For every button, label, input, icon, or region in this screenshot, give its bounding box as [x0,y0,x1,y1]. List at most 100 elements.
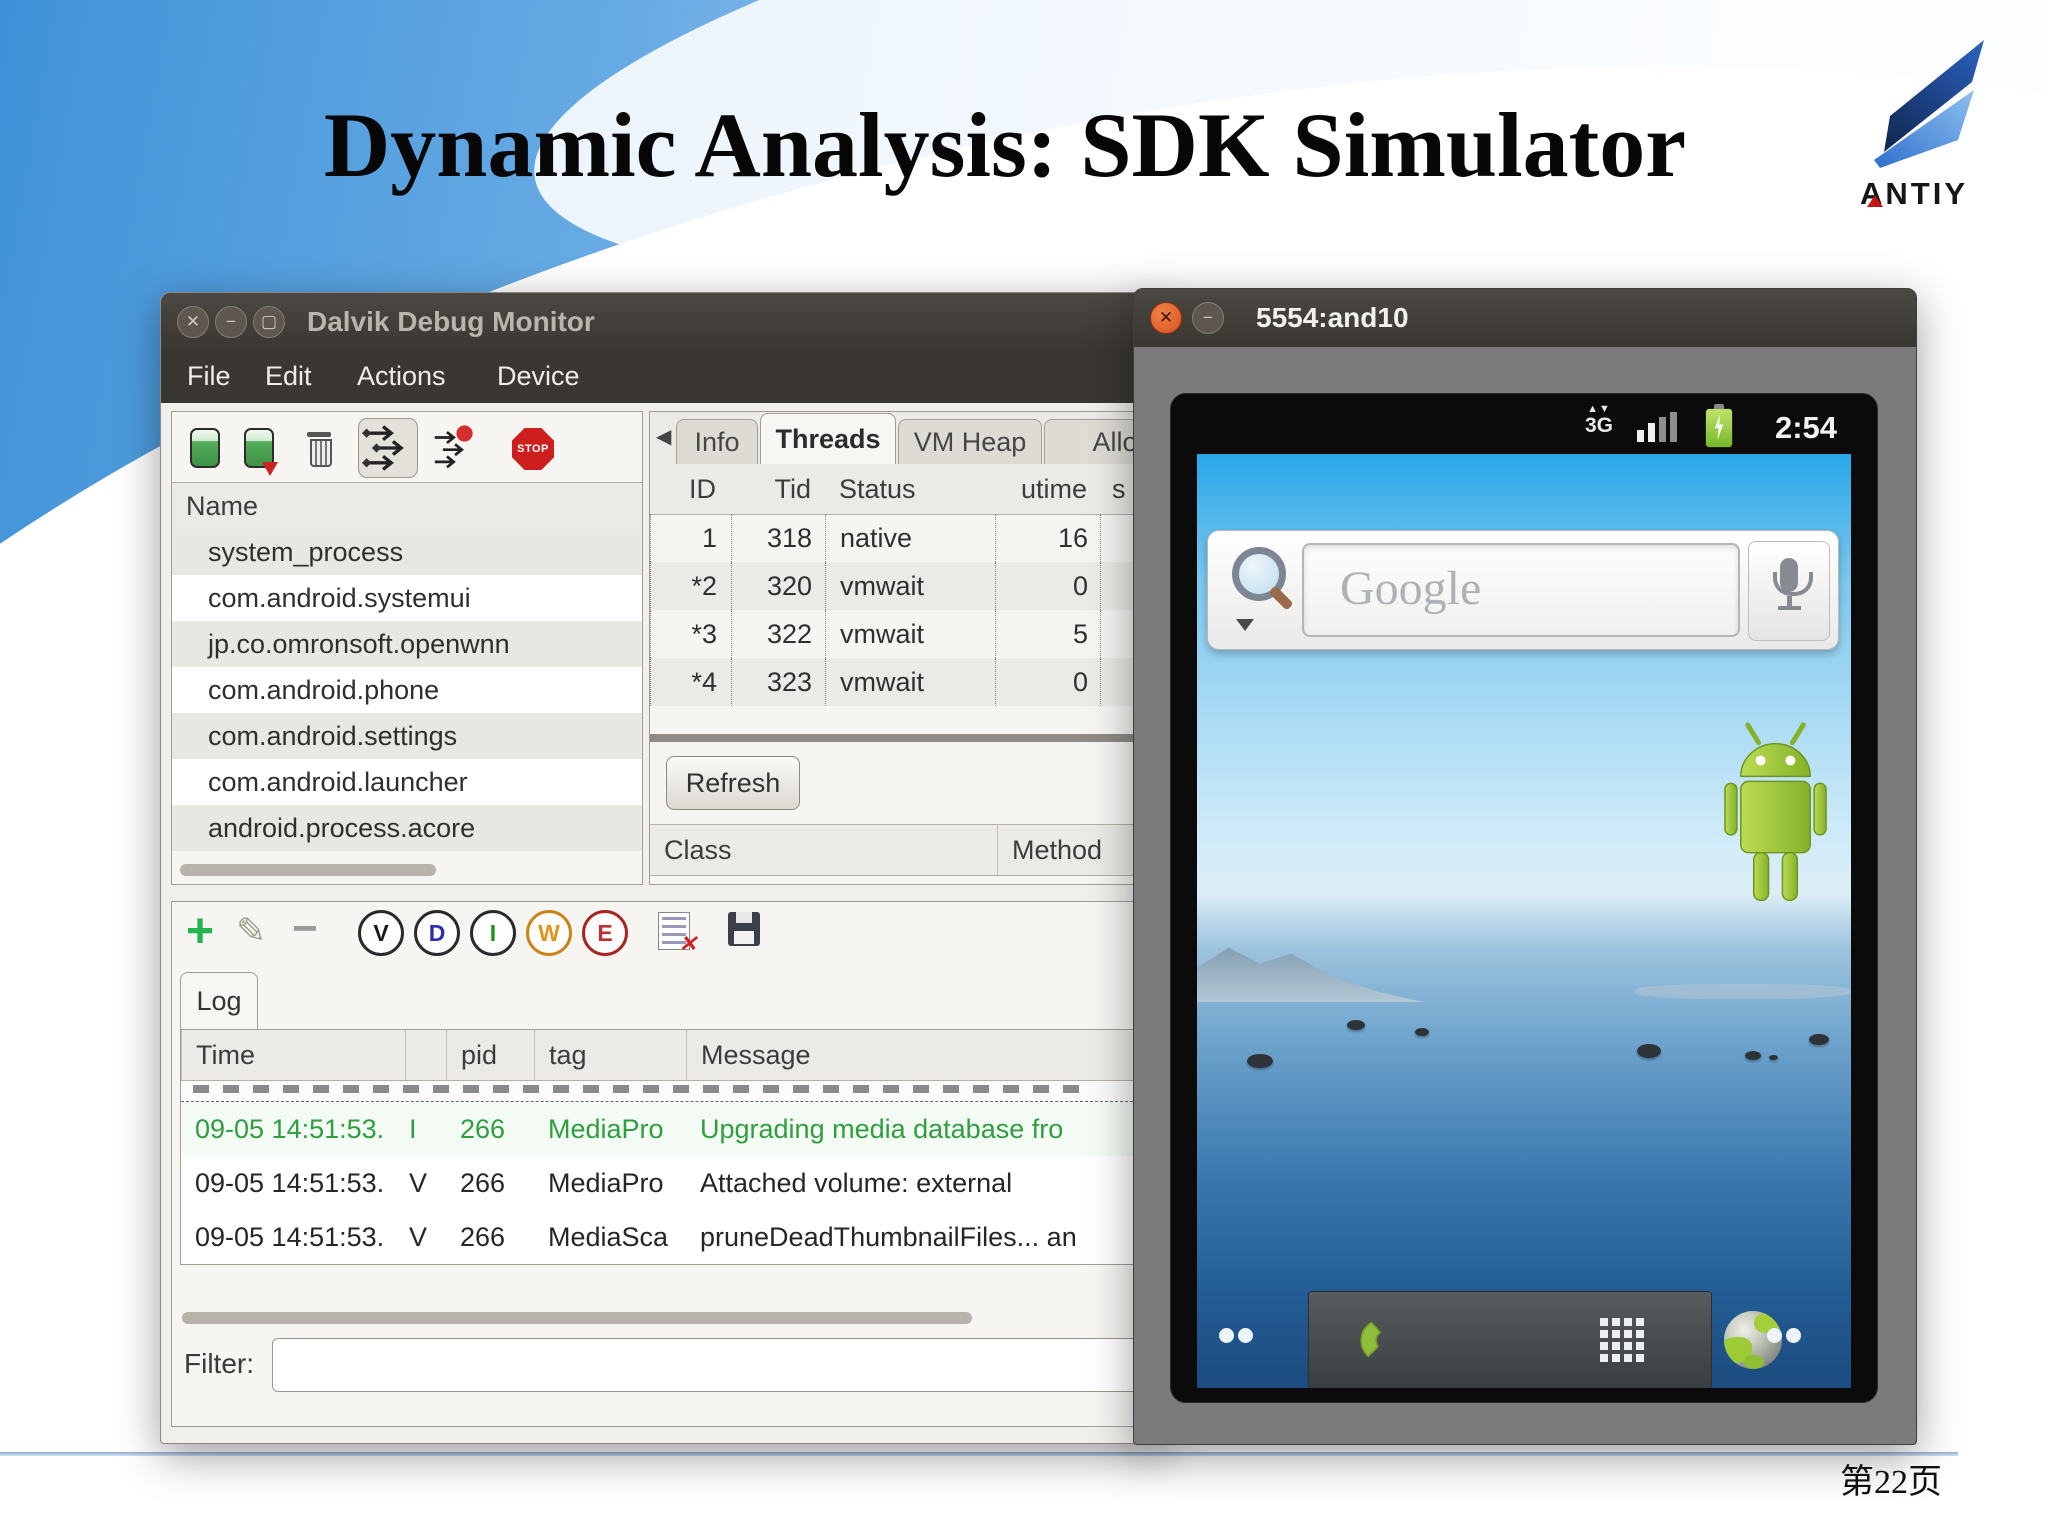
process-row[interactable]: com.android.settings [172,713,642,759]
log-row[interactable]: 09-05 14:51:53. I 266 MediaPro Upgrading… [181,1102,1143,1156]
process-list-hscrollbar[interactable] [180,864,436,876]
app-drawer-icon[interactable] [1600,1318,1608,1326]
cell-tid: 320 [731,562,812,610]
ddms-titlebar[interactable]: ✕ − ▢ Dalvik Debug Monitor [161,293,1161,351]
stop-icon[interactable]: STOP [512,428,554,470]
cell-id: *4 [650,658,717,706]
home-screen[interactable]: Google [1197,454,1851,1388]
log-level-debug-icon[interactable]: D [414,910,460,956]
col-tag[interactable]: tag [534,1030,687,1080]
menu-edit[interactable]: Edit [265,361,312,392]
logcat-panel: + ✎ − V D I W E ✕ Log Time pid tag Messa… [171,901,1153,1427]
rock [1769,1055,1778,1060]
refresh-button[interactable]: Refresh [666,756,800,810]
process-row[interactable]: android.process.acore [172,805,642,851]
edit-filter-icon[interactable]: ✎ [236,910,266,952]
google-logo: Google [1340,562,1482,615]
log-hscrollbar[interactable] [182,1312,972,1324]
page-indicator-left[interactable] [1219,1328,1255,1344]
clear-log-icon[interactable]: ✕ [658,912,697,956]
phone-app-icon[interactable] [1354,1316,1402,1364]
log-level-warn-icon[interactable]: W [526,910,572,956]
process-row[interactable]: system_process [172,529,642,575]
col-utime[interactable]: utime [995,464,1087,514]
process-row[interactable]: com.android.launcher [172,759,642,805]
device-pull-icon[interactable] [244,428,278,476]
add-filter-icon[interactable]: + [186,904,214,959]
log-level-info-icon[interactable]: I [470,910,516,956]
thread-updates-button[interactable] [358,418,418,478]
cell-tag: MediaSca [548,1222,669,1252]
cell-level: V [409,1168,428,1198]
google-search-input[interactable]: Google [1302,543,1740,637]
google-search-widget[interactable]: Google [1207,530,1839,650]
slide: Dynamic Analysis: SDK Simulator ANTIY ✕ … [0,0,2048,1536]
tab-threads[interactable]: Threads [760,413,896,466]
menu-file[interactable]: File [187,361,231,392]
emulator-window-title: 5554:and10 [1256,302,1409,333]
col-tid[interactable]: Tid [731,464,811,514]
ddms-menubar: File Edit Actions Device [161,351,1161,403]
process-row[interactable]: jp.co.omronsoft.openwnn [172,621,642,667]
charging-bolt-icon [1714,414,1724,440]
panel-splitter[interactable] [650,734,1162,742]
menu-actions[interactable]: Actions [357,361,446,392]
minimize-icon[interactable]: − [1192,302,1224,334]
tab-scroll-left-icon[interactable]: ◀ [656,424,671,449]
thread-row[interactable]: *3 322 vmwait 5 [650,610,1162,658]
thread-row[interactable]: *4 323 vmwait 0 [650,658,1162,706]
thread-stop-updates-button[interactable] [428,424,474,470]
log-table: Time pid tag Message 09-05 14:51:53. I 2… [180,1029,1144,1265]
tab-info[interactable]: Info [676,419,758,465]
phone-device: ▲▼ 3G 2:54 Google [1170,393,1878,1403]
search-icon[interactable] [1224,543,1302,639]
close-icon[interactable]: ✕ [177,306,209,338]
process-list-header[interactable]: Name [172,482,642,530]
close-icon[interactable]: ✕ [1150,302,1182,334]
footer-divider [0,1452,1958,1456]
minimize-icon[interactable]: − [215,306,247,338]
col-pid[interactable]: pid [446,1030,535,1080]
cell-status: vmwait [825,610,1000,658]
cell-utime: 5 [995,610,1088,658]
chevron-down-icon[interactable] [1236,619,1254,631]
process-row[interactable]: com.android.phone [172,667,642,713]
log-table-header: Time pid tag Message [181,1030,1143,1081]
log-row[interactable]: 09-05 14:51:53. V 266 MediaPro Attached … [181,1156,1143,1210]
log-level-verbose-icon[interactable]: V [358,910,404,956]
save-log-icon[interactable] [728,912,760,946]
menu-device[interactable]: Device [497,361,580,392]
remove-filter-icon[interactable]: − [292,904,318,954]
cell-status: vmwait [825,658,1000,706]
page-indicator-right[interactable] [1767,1328,1803,1344]
log-row[interactable]: 09-05 14:51:53. V 266 MediaSca pruneDead… [181,1210,1143,1264]
thread-row[interactable]: 1 318 native 16 [650,514,1162,562]
cell-level: I [409,1114,417,1144]
col-class[interactable]: Class [664,825,964,875]
log-row-clipped[interactable] [181,1081,1143,1102]
tab-vm-heap[interactable]: VM Heap [898,419,1042,465]
voice-search-button[interactable] [1748,541,1830,641]
network-type-label: 3G [1584,414,1613,437]
col-id[interactable]: ID [650,464,716,514]
emulator-titlebar[interactable]: ✕ − 5554:and10 [1134,289,1916,347]
log-level-error-icon[interactable]: E [582,910,628,956]
distant-shore [1635,984,1851,999]
filter-input[interactable] [272,1338,1142,1392]
threads-panel: ◀ Info Threads VM Heap Allo ID Tid Statu… [649,411,1163,885]
col-level[interactable] [405,1030,446,1080]
col-time[interactable]: Time [181,1030,406,1080]
thread-row[interactable]: *2 320 vmwait 0 [650,562,1162,610]
emulator-window: ✕ − 5554:and10 ▲▼ 3G 2:54 Google [1133,288,1917,1445]
trash-icon[interactable] [306,430,332,467]
cell-id: *3 [650,610,717,658]
android-robot-icon[interactable] [1721,717,1830,919]
col-message[interactable]: Message [686,1030,1001,1080]
cell-utime: 0 [995,658,1088,706]
device-icon[interactable] [190,428,220,468]
process-row[interactable]: com.android.systemui [172,575,642,621]
maximize-icon[interactable]: ▢ [253,306,285,338]
cell-tag: MediaPro [548,1168,664,1198]
col-status[interactable]: Status [839,464,989,514]
tab-log[interactable]: Log [180,972,258,1032]
